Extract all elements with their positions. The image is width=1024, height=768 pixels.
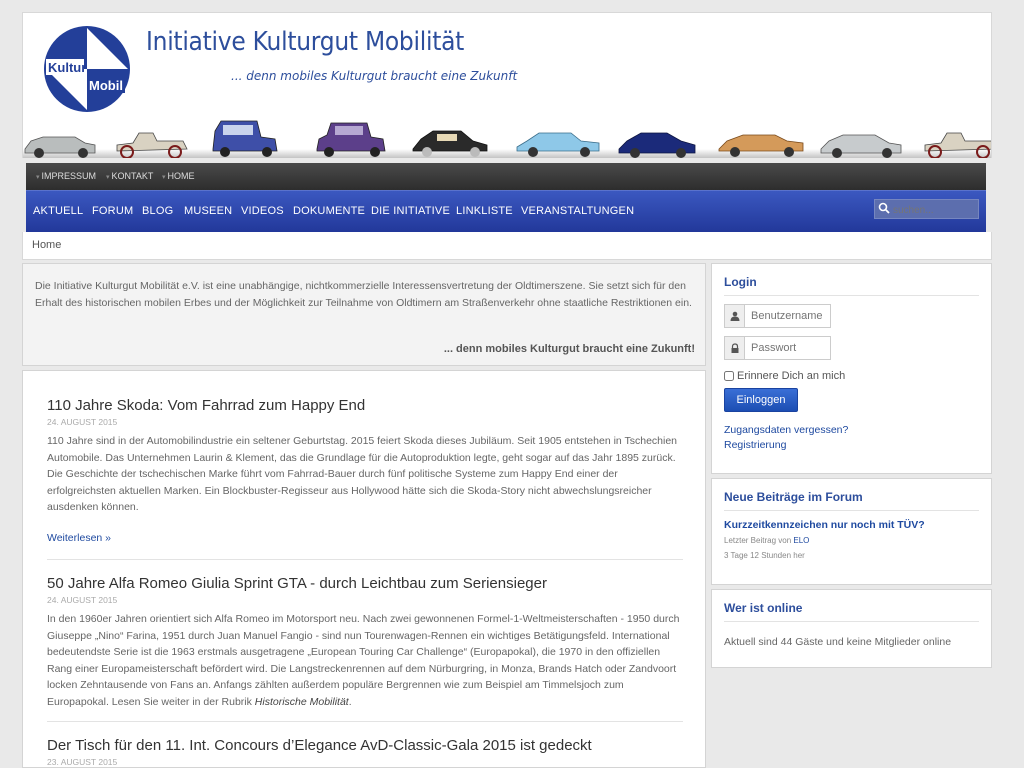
site-title: Initiative Kulturgut Mobilität: [146, 27, 465, 57]
last-post-prefix: Letzter Beitrag von: [724, 536, 792, 545]
remember-label: Erinnere Dich an mich: [737, 370, 846, 382]
forum-last-post: Letzter Beitrag von ELO: [724, 536, 979, 545]
nav-aktuell[interactable]: AKTUELL: [33, 205, 83, 217]
divider: [47, 559, 683, 560]
nav-veranstaltungen[interactable]: VERANSTALTUNGEN: [521, 205, 634, 217]
topnav-impressum[interactable]: IMPRESSUM: [36, 171, 97, 181]
online-text: Aktuell sind 44 Gäste und keine Mitglied…: [724, 636, 952, 648]
topnav-home[interactable]: HOME: [162, 171, 195, 181]
article-body-end: .: [348, 695, 352, 708]
password-input[interactable]: [746, 337, 830, 359]
article-date: 24. August 2015: [47, 417, 118, 427]
article-item: Der Tisch für den 11. Int. Concours d’El…: [47, 737, 683, 767]
site-header: Kultur Mobil Initiative Kulturgut Mobili…: [22, 12, 992, 158]
login-title: Login: [724, 275, 979, 296]
site-slogan: ... denn mobiles Kulturgut braucht eine …: [231, 69, 518, 83]
username-field: [724, 304, 831, 328]
username-input[interactable]: [746, 305, 830, 327]
page-wrapper: Kultur Mobil Initiative Kulturgut Mobili…: [22, 12, 992, 768]
top-navigation: IMPRESSUM KONTAKT HOME: [26, 163, 986, 190]
intro-text: Die Initiative Kulturgut Mobilität e.V. …: [35, 280, 692, 309]
password-field: [724, 336, 831, 360]
intro-tagline: ... denn mobiles Kulturgut braucht eine …: [443, 343, 695, 355]
register-link[interactable]: Registrierung: [724, 439, 979, 451]
article-title[interactable]: 110 Jahre Skoda: Vom Fahrrad zum Happy E…: [47, 397, 683, 414]
online-title: Wer ist online: [724, 601, 979, 622]
article-title[interactable]: Der Tisch für den 11. Int. Concours d’El…: [47, 737, 683, 754]
forum-box: Neue Beiträge im Forum Kurzzeitkennzeich…: [711, 478, 992, 585]
login-button[interactable]: Einloggen: [724, 388, 798, 412]
article-body: In den 1960er Jahren orientiert sich Alf…: [47, 611, 683, 710]
login-box: Login Erinnere Dich an mich Einloggen Zu…: [711, 263, 992, 474]
article-title[interactable]: 50 Jahre Alfa Romeo Giulia Sprint GTA - …: [47, 575, 683, 592]
car-banner: [23, 120, 991, 158]
article-date: 23. August 2015: [47, 757, 118, 767]
nav-linkliste[interactable]: LINKLISTE: [456, 205, 513, 217]
article-body: 110 Jahre sind in der Automobilindustrie…: [47, 435, 678, 513]
nav-blog[interactable]: BLOG: [142, 205, 173, 217]
search-icon: [878, 202, 890, 214]
forgot-credentials-link[interactable]: Zugangsdaten vergessen?: [724, 424, 979, 436]
nav-dokumente[interactable]: DOKUMENTE: [293, 205, 365, 217]
nav-videos[interactable]: VIDEOS: [241, 205, 284, 217]
breadcrumb: Home: [22, 232, 992, 260]
divider: [47, 721, 683, 722]
article-date: 24. August 2015: [47, 595, 118, 605]
topnav-kontakt[interactable]: KONTAKT: [106, 171, 154, 181]
svg-text:Kultur: Kultur: [48, 60, 86, 75]
nav-museen[interactable]: MUSEEN: [184, 205, 232, 217]
lock-icon: [725, 337, 745, 359]
svg-text:Mobil: Mobil: [89, 78, 123, 93]
article-item: 110 Jahre Skoda: Vom Fahrrad zum Happy E…: [47, 397, 683, 544]
forum-post-link[interactable]: Kurzzeitkennzeichen nur noch mit TÜV?: [724, 519, 979, 531]
main-navigation: AKTUELL FORUM BLOG MUSEEN VIDEOS DOKUMEN…: [26, 190, 986, 232]
article-item: 50 Jahre Alfa Romeo Giulia Sprint GTA - …: [47, 575, 683, 710]
forum-post-age: 3 Tage 12 Stunden her: [724, 551, 805, 560]
rubrik-link[interactable]: Historische Mobilität: [255, 696, 349, 708]
breadcrumb-home[interactable]: Home: [32, 239, 61, 251]
read-more-link[interactable]: Weiterlesen »: [47, 532, 683, 544]
remember-me[interactable]: Erinnere Dich an mich: [724, 370, 979, 382]
article-body-text: In den 1960er Jahren orientiert sich Alf…: [47, 613, 680, 708]
last-post-user[interactable]: ELO: [793, 536, 809, 545]
forum-title: Neue Beiträge im Forum: [724, 490, 979, 511]
nav-die-initiative[interactable]: DIE INITIATIVE: [371, 205, 450, 217]
article-list: 110 Jahre Skoda: Vom Fahrrad zum Happy E…: [22, 370, 706, 768]
nav-forum[interactable]: FORUM: [92, 205, 133, 217]
online-box: Wer ist online Aktuell sind 44 Gäste und…: [711, 589, 992, 668]
intro-box: Die Initiative Kulturgut Mobilität e.V. …: [22, 263, 706, 366]
remember-checkbox[interactable]: [724, 371, 734, 381]
user-icon: [725, 305, 745, 327]
kulturmobil-logo[interactable]: Kultur Mobil: [43, 25, 131, 113]
